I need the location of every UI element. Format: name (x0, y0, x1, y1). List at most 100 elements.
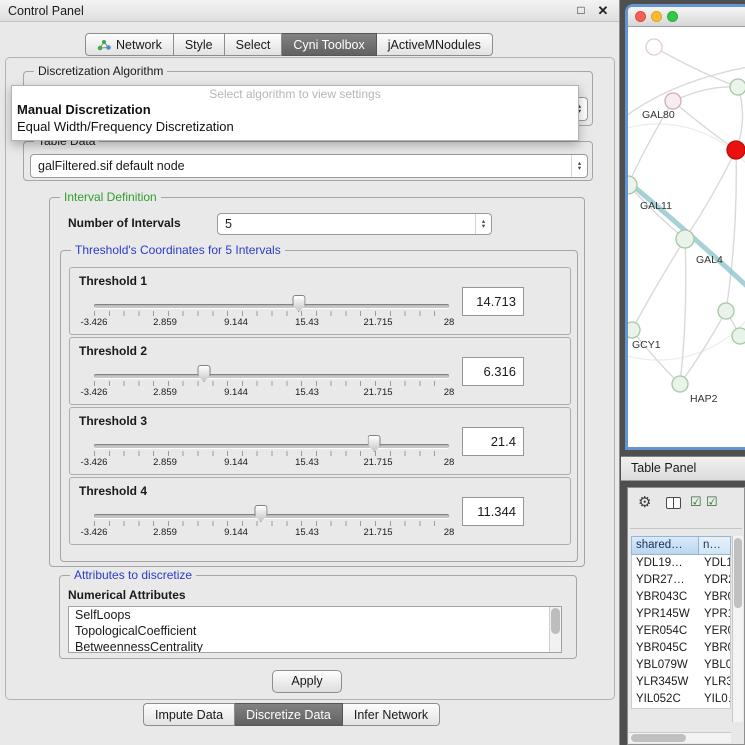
slider-track[interactable] (94, 304, 449, 308)
gear-icon[interactable]: ⚙ (638, 493, 651, 511)
threshold-2-slider[interactable]: -3.426 2.859 9.144 15.43 21.715 28 (94, 362, 449, 402)
network-node[interactable] (646, 39, 662, 55)
threshold-4-slider[interactable]: -3.426 2.859 9.144 15.43 21.715 28 (94, 502, 449, 542)
table-cell[interactable]: YLR345W (632, 674, 700, 691)
table-cell[interactable]: YPR1… (700, 606, 730, 623)
table-cell[interactable]: YER054C (632, 623, 700, 640)
slider-thumb[interactable] (254, 505, 267, 522)
close-traffic-icon[interactable] (635, 11, 646, 22)
threshold-1-value[interactable]: 14.713 (462, 287, 524, 316)
network-window-titlebar[interactable] (628, 7, 745, 27)
tick-label: 21.715 (363, 317, 392, 328)
slider-thumb[interactable] (292, 295, 305, 312)
table-cell[interactable]: YDL19… (632, 555, 700, 572)
list-item[interactable]: SelfLoops (69, 607, 561, 623)
table-row[interactable]: YER054CYER0… (632, 623, 730, 640)
scrollbar-thumb[interactable] (734, 538, 742, 608)
zoom-traffic-icon[interactable] (667, 11, 678, 22)
combo-stepper-icon[interactable]: ▴ ▾ (475, 214, 491, 234)
table-cell[interactable]: YBR0… (700, 589, 730, 606)
table-cell[interactable]: YBR045C (632, 640, 700, 657)
threshold-2-value[interactable]: 6.316 (462, 357, 524, 386)
minimize-traffic-icon[interactable] (651, 11, 662, 22)
table-row[interactable]: YDR27…YDR2… (632, 572, 730, 589)
table-row[interactable]: YBR043CYBR0… (632, 589, 730, 606)
slider-thumb[interactable] (198, 365, 211, 382)
tick-label: 2.859 (153, 387, 177, 398)
table-panel-header[interactable]: Table Panel (621, 456, 745, 481)
column-header[interactable]: n… (699, 536, 731, 555)
network-node[interactable] (672, 376, 688, 392)
table-data-combo[interactable]: galFiltered.sif default node ▴ ▾ (30, 154, 588, 178)
numerical-attributes-list[interactable]: SelfLoopsTopologicalCoefficientBetweenne… (68, 606, 562, 653)
table-row[interactable]: YBL079WYBL0… (632, 657, 730, 674)
table-cell[interactable]: YIL0… (700, 691, 730, 708)
table-cell[interactable]: YBR043C (632, 589, 700, 606)
table-cell[interactable]: YDR27… (632, 572, 700, 589)
tab-select[interactable]: Select (225, 33, 283, 56)
tab-jactivemnodules[interactable]: jActiveMNodules (377, 33, 493, 56)
threshold-4-value[interactable]: 11.344 (462, 497, 524, 526)
horizontal-scrollbar[interactable] (629, 732, 731, 743)
table-cell[interactable]: YBL079W (632, 657, 700, 674)
table-cell[interactable]: YPR145W (632, 606, 700, 623)
tab-discretize-data[interactable]: Discretize Data (235, 703, 343, 726)
table-cell[interactable]: YBL0… (700, 657, 730, 674)
select-none-check-icon[interactable]: ☑ (706, 494, 718, 510)
network-node[interactable] (665, 93, 681, 109)
threshold-3-slider[interactable]: -3.426 2.859 9.144 15.43 21.715 28 (94, 432, 449, 472)
columns-icon[interactable] (666, 497, 681, 509)
combo-stepper-icon[interactable]: ▴ ▾ (571, 155, 587, 177)
tab-cyni-toolbox[interactable]: Cyni Toolbox (282, 33, 376, 56)
tab-style[interactable]: Style (174, 33, 225, 56)
num-intervals-combo[interactable]: 5 ▴ ▾ (217, 213, 492, 235)
slider-thumb[interactable] (368, 435, 381, 452)
close-icon[interactable]: ✕ (595, 3, 611, 19)
slider-track[interactable] (94, 514, 449, 518)
tab-impute-data[interactable]: Impute Data (143, 703, 235, 726)
table-cell[interactable]: YBR0… (700, 640, 730, 657)
network-node[interactable] (718, 303, 734, 319)
table-cell[interactable]: YIL052C (632, 691, 700, 708)
network-node[interactable] (730, 79, 745, 95)
select-all-check-icon[interactable]: ☑ (690, 494, 702, 510)
network-node[interactable] (727, 141, 745, 159)
control-panel-titlebar[interactable]: Control Panel □ ✕ (0, 0, 619, 22)
float-window-icon[interactable]: □ (573, 3, 589, 17)
network-canvas[interactable]: GAL80GAL11GAL4GCY1HAP2 (628, 27, 745, 447)
table-cell[interactable]: YDR2… (700, 572, 730, 589)
table-cell[interactable]: YDL1… (700, 555, 730, 572)
tick-label: 15.43 (295, 527, 319, 538)
list-scrollbar[interactable] (549, 607, 561, 652)
network-node[interactable] (676, 230, 694, 248)
tab-network[interactable]: Network (85, 33, 174, 56)
tab-infer-network[interactable]: Infer Network (343, 703, 440, 726)
network-node[interactable] (628, 322, 640, 338)
stepper-down-icon: ▾ (578, 166, 581, 171)
slider-track[interactable] (94, 444, 449, 448)
column-header[interactable]: shared… (631, 536, 699, 555)
scrollbar-thumb[interactable] (551, 608, 560, 634)
table-cell[interactable]: YER0… (700, 623, 730, 640)
list-item[interactable]: BetweennessCentrality (69, 639, 561, 653)
network-node[interactable] (628, 176, 637, 194)
network-edges (628, 47, 745, 384)
table-cell[interactable]: YLR3… (700, 674, 730, 691)
threshold-3-value[interactable]: 21.4 (462, 427, 524, 456)
threshold-1-slider[interactable]: -3.426 2.859 9.144 15.43 21.715 28 (94, 292, 449, 332)
apply-button[interactable]: Apply (272, 670, 342, 693)
thresholds-group: Threshold's Coordinates for 5 Intervals … (60, 250, 578, 562)
slider-track[interactable] (94, 374, 449, 378)
list-item[interactable]: TopologicalCoefficient (69, 623, 561, 639)
scrollbar-thumb[interactable] (631, 734, 686, 742)
table-row[interactable]: YDL19…YDL1… (632, 555, 730, 572)
vertical-scrollbar[interactable] (732, 536, 743, 722)
network-node[interactable] (732, 328, 745, 344)
table-row[interactable]: YLR345WYLR3… (632, 674, 730, 691)
table-row[interactable]: YBR045CYBR0… (632, 640, 730, 657)
popup-option-equal-width[interactable]: Equal Width/Frequency Discretization (12, 119, 578, 136)
top-tab-bar: Network Style Select Cyni Toolbox jActiv… (85, 33, 493, 56)
table-row[interactable]: YIL052CYIL0… (632, 691, 730, 708)
table-row[interactable]: YPR145WYPR1… (632, 606, 730, 623)
popup-option-manual[interactable]: Manual Discretization (12, 102, 578, 119)
